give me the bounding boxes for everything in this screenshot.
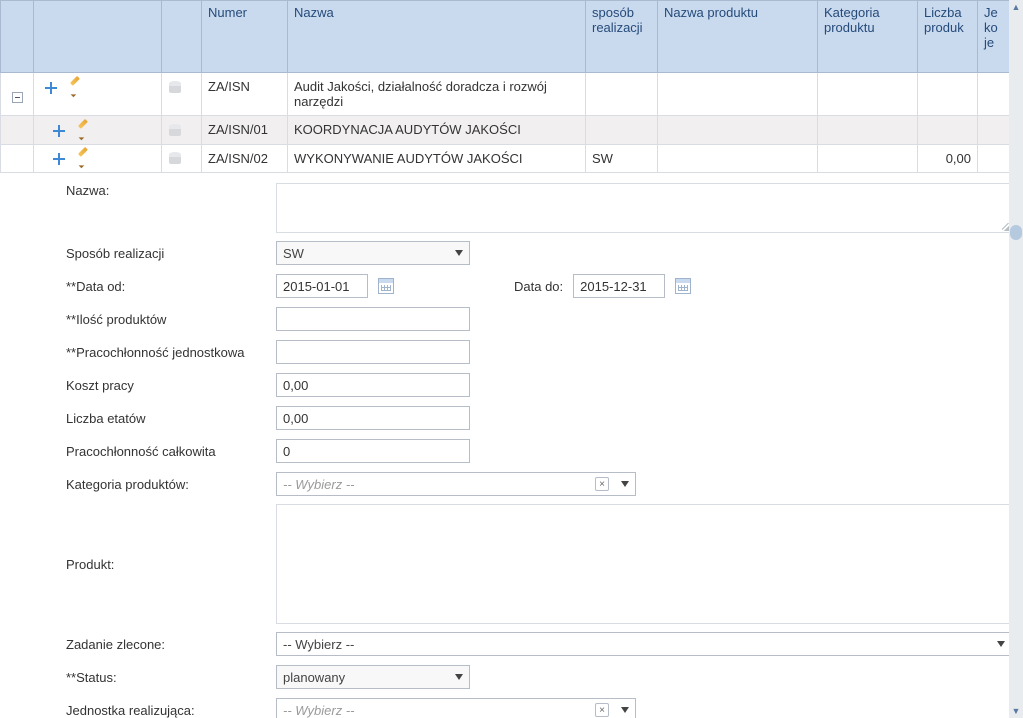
clear-icon[interactable]: × (595, 477, 609, 491)
koszt-label: Koszt pracy (66, 378, 276, 393)
cell-numer: ZA/ISN/01 (202, 116, 288, 145)
edit-icon[interactable] (68, 81, 82, 95)
cell-extra (978, 144, 1010, 173)
cell-nazwa-produktu (658, 144, 818, 173)
tasks-table: Numer Nazwa sposób realizacji Nazwa prod… (0, 0, 1010, 173)
add-icon[interactable] (52, 124, 66, 138)
table-row: ZA/ISN/01 KOORDYNACJA AUDYTÓW JAKOŚCI (1, 116, 1010, 145)
cell-liczba (918, 116, 978, 145)
edit-icon[interactable] (76, 124, 90, 138)
add-icon[interactable] (52, 152, 66, 166)
produkt-textarea[interactable] (276, 504, 1012, 624)
scroll-down-arrow[interactable]: ▼ (1009, 704, 1023, 718)
cell-liczba (918, 73, 978, 116)
cell-sposob (586, 73, 658, 116)
table-row: ZA/ISN/02 WYKONYWANIE AUDYTÓW JAKOŚCI SW… (1, 144, 1010, 173)
header-nazwa-produktu: Nazwa produktu (658, 1, 818, 73)
add-icon[interactable] (44, 81, 58, 95)
jednostka-label: Jednostka realizująca: (66, 703, 276, 718)
produkt-label: Produkt: (66, 557, 276, 572)
chevron-down-icon (455, 250, 463, 256)
data-do-label: Data do: (514, 279, 563, 294)
database-icon[interactable] (168, 124, 182, 138)
sposob-label: Sposób realizacji (66, 246, 276, 261)
etaty-label: Liczba etatów (66, 411, 276, 426)
sposob-select[interactable]: SW (276, 241, 470, 265)
data-do-input[interactable] (573, 274, 665, 298)
chevron-down-icon (621, 481, 629, 487)
cell-kategoria (818, 73, 918, 116)
clear-icon[interactable]: × (595, 703, 609, 717)
cell-kategoria (818, 144, 918, 173)
pracochl-calk-input[interactable] (276, 439, 470, 463)
sposob-value: SW (283, 246, 304, 261)
cell-numer: ZA/ISN (202, 73, 288, 116)
table-row: ZA/ISN Audit Jakości, działalność doradc… (1, 73, 1010, 116)
vertical-scrollbar[interactable]: ▲ ▼ (1009, 0, 1023, 718)
cell-sposob (586, 116, 658, 145)
koszt-input[interactable] (276, 373, 470, 397)
cell-nazwa: WYKONYWANIE AUDYTÓW JAKOŚCI (288, 144, 586, 173)
kategoria-label: Kategoria produktów: (66, 477, 276, 492)
cell-numer: ZA/ISN/02 (202, 144, 288, 173)
cell-liczba: 0,00 (918, 144, 978, 173)
chevron-down-icon (455, 674, 463, 680)
pracochl-calk-label: Pracochłonność całkowita (66, 444, 276, 459)
zadanie-select[interactable]: -- Wybierz -- (276, 632, 1012, 656)
header-tree (1, 1, 34, 73)
pracochl-jedn-label: **Pracochłonność jednostkowa (66, 345, 276, 360)
ilosc-label: **Ilość produktów (66, 312, 276, 327)
header-kategoria-produktu: Kategoria produktu (818, 1, 918, 73)
database-icon[interactable] (168, 152, 182, 166)
cell-nazwa: Audit Jakości, działalność doradcza i ro… (288, 73, 586, 116)
status-value: planowany (283, 670, 345, 685)
zadanie-placeholder: -- Wybierz -- (283, 637, 354, 652)
jednostka-combo[interactable]: -- Wybierz -- × (276, 698, 636, 718)
header-nazwa: Nazwa (288, 1, 586, 73)
chevron-down-icon (997, 641, 1005, 647)
cell-nazwa-produktu (658, 73, 818, 116)
data-od-label: **Data od: (66, 279, 276, 294)
jednostka-placeholder: -- Wybierz -- (283, 703, 355, 718)
header-actions (34, 1, 162, 73)
zadanie-label: Zadanie zlecone: (66, 637, 276, 652)
header-numer: Numer (202, 1, 288, 73)
data-od-input[interactable] (276, 274, 368, 298)
cell-extra (978, 73, 1010, 116)
scroll-up-arrow[interactable]: ▲ (1009, 0, 1023, 14)
header-liczba-produk: Liczba produk (918, 1, 978, 73)
collapse-icon[interactable] (12, 92, 23, 103)
status-select[interactable]: planowany (276, 665, 470, 689)
chevron-down-icon (621, 707, 629, 713)
nazwa-textarea[interactable] (276, 183, 1012, 233)
cell-sposob: SW (586, 144, 658, 173)
status-label: **Status: (66, 670, 276, 685)
kategoria-combo[interactable]: -- Wybierz -- × (276, 472, 636, 496)
etaty-input[interactable] (276, 406, 470, 430)
cell-extra (978, 116, 1010, 145)
cell-kategoria (818, 116, 918, 145)
cell-nazwa: KOORDYNACJA AUDYTÓW JAKOŚCI (288, 116, 586, 145)
header-db (162, 1, 202, 73)
nazwa-label: Nazwa: (66, 183, 276, 198)
ilosc-input[interactable] (276, 307, 470, 331)
cell-nazwa-produktu (658, 116, 818, 145)
calendar-icon[interactable] (675, 278, 691, 294)
database-icon[interactable] (168, 81, 182, 95)
scroll-thumb[interactable] (1010, 225, 1022, 240)
header-jekoje: Je ko je (978, 1, 1010, 73)
calendar-icon[interactable] (378, 278, 394, 294)
detail-form: Nazwa: Sposób realizacji SW **Data od: D… (0, 173, 1009, 718)
kategoria-placeholder: -- Wybierz -- (283, 477, 355, 492)
header-sposob: sposób realizacji (586, 1, 658, 73)
pracochl-jedn-input[interactable] (276, 340, 470, 364)
edit-icon[interactable] (76, 152, 90, 166)
